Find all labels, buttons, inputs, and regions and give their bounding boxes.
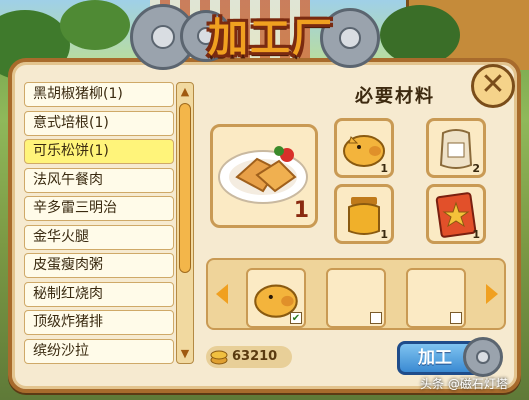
product-preview: 1 — [210, 124, 318, 228]
craft-slot[interactable] — [406, 268, 466, 328]
close-icon: ✕ — [480, 67, 506, 102]
material-slot: 1 — [334, 184, 394, 244]
gear-icon — [463, 337, 503, 377]
recipe-list: 黑胡椒猪柳(1) 意式培根(1) 可乐松饼(1) 法风午餐肉 辛多雷三明治 金华… — [24, 82, 174, 364]
material-slot: 1 — [334, 118, 394, 178]
list-item[interactable]: 金华火腿 — [24, 224, 174, 250]
game-scene: 加工厂 ✕ 黑胡椒猪柳(1) 意式培根(1) 可乐松饼(1) 法风午餐肉 辛多雷… — [0, 0, 529, 400]
material-quantity: 1 — [380, 228, 388, 241]
craft-slot[interactable]: ✔ — [246, 268, 306, 328]
craft-slot[interactable] — [326, 268, 386, 328]
scroll-thumb[interactable] — [179, 103, 191, 273]
material-slot: 1 — [426, 184, 486, 244]
coin-amount: 63210 — [232, 349, 278, 364]
scroll-down-icon[interactable]: ▼ — [177, 346, 193, 362]
watermark: 头条 @磁石灯塔 — [420, 377, 508, 391]
arrow-left-icon[interactable] — [216, 284, 228, 304]
list-item[interactable]: 辛多雷三明治 — [24, 196, 174, 221]
coin-balance: 63210 — [206, 346, 292, 368]
list-item[interactable]: 秘制红烧肉 — [24, 281, 174, 307]
list-item-selected[interactable]: 可乐松饼(1) — [24, 139, 174, 164]
material-quantity: 1 — [380, 162, 388, 175]
list-item[interactable]: 顶级炸猪排 — [24, 310, 174, 335]
close-button[interactable]: ✕ — [471, 64, 515, 108]
craft-slot-strip: ✔ — [206, 258, 506, 330]
list-item[interactable]: 意式培根(1) — [24, 110, 174, 136]
recipe-scrollbar[interactable]: ▲ ▼ — [176, 82, 194, 364]
material-quantity: 1 — [472, 228, 480, 241]
material-slot: 2 — [426, 118, 486, 178]
list-item[interactable]: 黑胡椒猪柳(1) — [24, 82, 174, 107]
slot-checkbox[interactable] — [370, 312, 382, 324]
panel-title: 加工厂 — [208, 15, 334, 61]
coin-stack-icon — [210, 350, 228, 365]
background-tree — [60, 0, 130, 50]
materials-heading: 必要材料 — [355, 86, 435, 107]
background-tree — [380, 5, 460, 65]
slot-checkbox[interactable] — [450, 312, 462, 324]
arrow-right-icon[interactable] — [486, 284, 498, 304]
list-item[interactable]: 法风午餐肉 — [24, 167, 174, 193]
material-quantity: 2 — [472, 162, 480, 175]
scroll-up-icon[interactable]: ▲ — [177, 84, 193, 100]
list-item[interactable]: 缤纷沙拉 — [24, 338, 174, 364]
list-item[interactable]: 皮蛋瘦肉粥 — [24, 253, 174, 278]
product-quantity: 1 — [293, 198, 309, 223]
slot-checkbox[interactable]: ✔ — [290, 312, 302, 324]
